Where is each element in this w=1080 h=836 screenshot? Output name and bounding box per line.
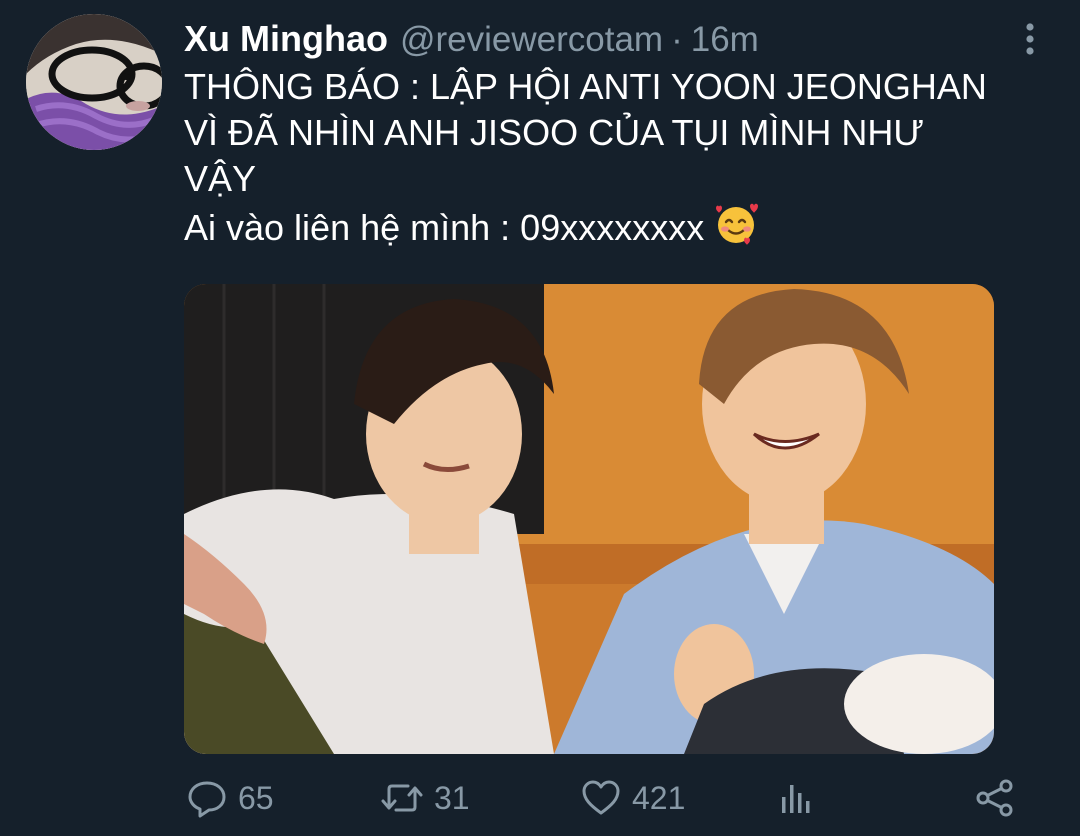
analytics-button[interactable]	[778, 772, 816, 824]
reply-icon	[186, 777, 228, 819]
heart-icon	[580, 777, 622, 819]
tweet-text-line: Ai vào liên hệ mình : 09xxxxxxxx	[184, 207, 705, 248]
like-count: 421	[632, 779, 686, 816]
retweet-icon	[380, 777, 424, 819]
like-button[interactable]: 421	[580, 772, 685, 824]
reply-count: 65	[238, 779, 274, 816]
header-separator: ·	[671, 20, 683, 59]
share-button[interactable]	[974, 772, 1016, 824]
author-handle[interactable]: @reviewercotam	[400, 20, 663, 60]
reply-button[interactable]: 65	[186, 772, 274, 824]
tweet-text: THÔNG BÁO : LẬP HỘI ANTI YOON JEONGHAN V…	[184, 64, 1044, 251]
avatar-image	[26, 14, 162, 150]
retweet-count: 31	[434, 779, 470, 816]
author-display-name[interactable]: Xu Minghao	[184, 18, 388, 60]
tweet-photo[interactable]	[184, 284, 994, 754]
analytics-icon	[778, 777, 816, 819]
tweet-timestamp[interactable]: 16m	[691, 20, 759, 60]
smiling-face-with-hearts-icon	[714, 202, 759, 246]
more-vertical-icon[interactable]	[1020, 22, 1040, 56]
tweet-text-line: THÔNG BÁO : LẬP HỘI ANTI YOON JEONGHAN	[184, 66, 987, 107]
tweet-text-line: VÌ ĐÃ NHÌN ANH JISOO CỦA TỤI MÌNH NHƯ	[184, 112, 925, 153]
avatar[interactable]	[26, 14, 162, 150]
retweet-button[interactable]: 31	[380, 772, 470, 824]
tweet-text-line-last: Ai vào liên hệ mình : 09xxxxxxxx	[184, 202, 1044, 251]
tweet: Xu Minghao @reviewercotam · 16m THÔNG BÁ…	[0, 0, 1080, 836]
tweet-text-line: VẬY	[184, 158, 257, 199]
tweet-photo-image	[184, 284, 994, 754]
share-icon	[974, 777, 1016, 819]
tweet-header: Xu Minghao @reviewercotam · 16m	[184, 18, 759, 60]
tweet-action-bar: 65 31 421	[0, 772, 1080, 824]
